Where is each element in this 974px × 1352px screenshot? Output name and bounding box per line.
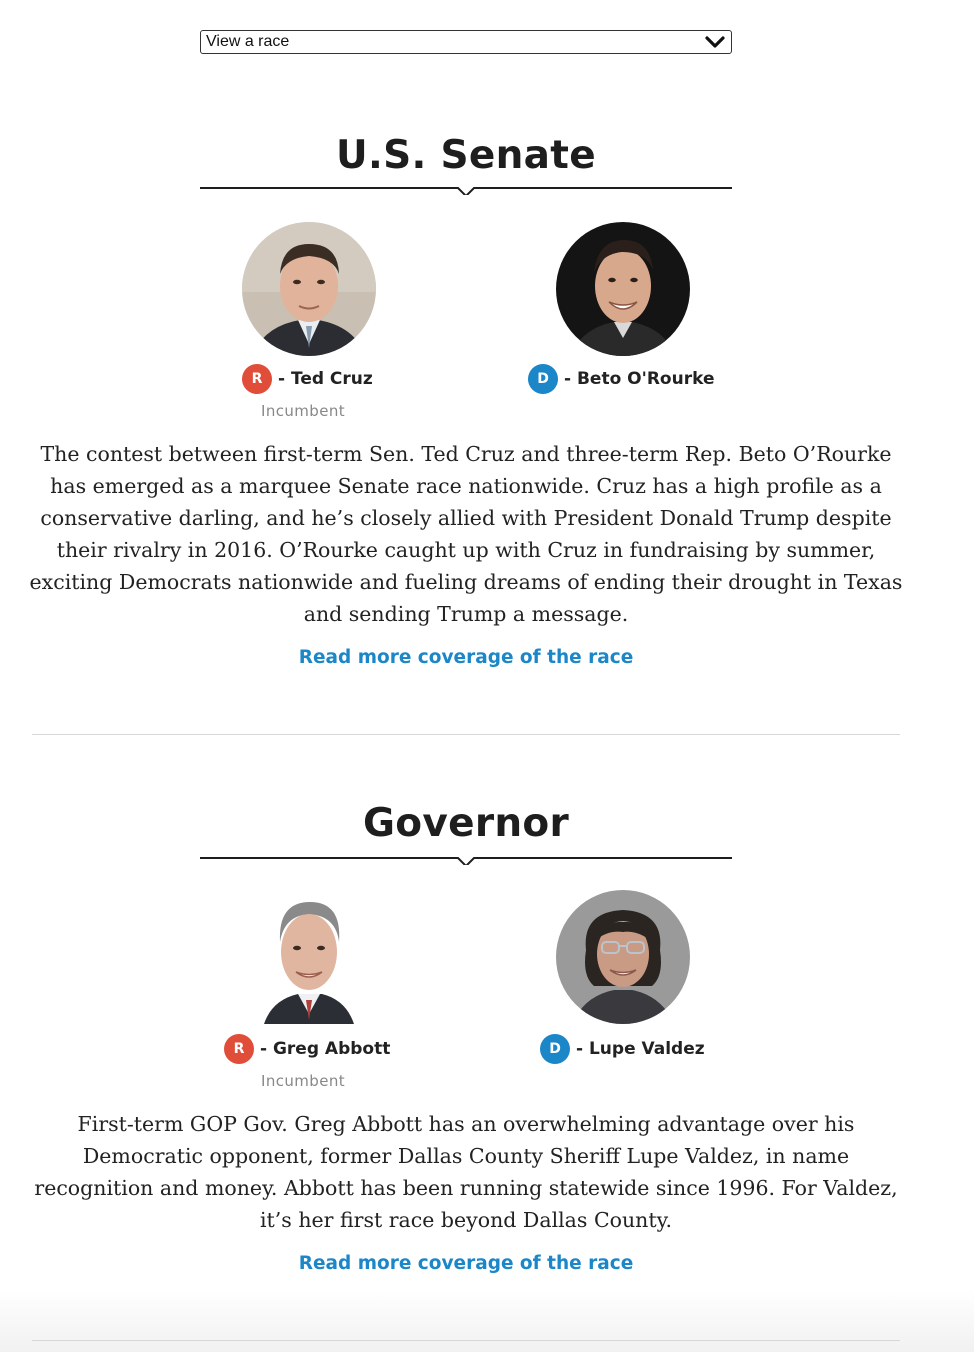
section-divider (32, 1340, 900, 1341)
candidate-photo-lupe-valdez (556, 890, 690, 1024)
party-badge-democrat: D (540, 1034, 570, 1064)
read-more-link[interactable]: Read more coverage of the race (200, 1253, 732, 1274)
incumbent-label: Incumbent (261, 402, 346, 420)
party-badge-democrat: D (528, 364, 558, 394)
race-select-dropdown[interactable]: View a race (200, 30, 732, 54)
title-underline (200, 857, 732, 865)
candidate-name: - Beto O'Rourke (564, 369, 715, 389)
candidate-name-lupe-valdez: D - Lupe Valdez (540, 1034, 705, 1064)
candidate-photo-beto-orourke (556, 222, 690, 356)
candidate-name: - Lupe Valdez (576, 1039, 705, 1059)
bottom-fade (0, 1290, 974, 1352)
section-divider (32, 734, 900, 735)
chevron-down-icon (705, 35, 725, 49)
race-description: First-term GOP Gov. Greg Abbott has an o… (34, 1112, 898, 1232)
candidate-photo-ted-cruz (242, 222, 376, 356)
read-more-link[interactable]: Read more coverage of the race (200, 647, 732, 668)
candidate-name-greg-abbott: R - Greg Abbott (224, 1034, 390, 1064)
race-select-label: View a race (206, 33, 290, 50)
candidate-name: - Ted Cruz (278, 369, 373, 389)
candidate-name-ted-cruz: R - Ted Cruz (242, 364, 373, 394)
title-underline (200, 187, 732, 195)
race-title: Governor (362, 801, 570, 846)
candidate-name: - Greg Abbott (260, 1039, 391, 1059)
party-badge-republican: R (224, 1034, 254, 1064)
race-title: U.S. Senate (336, 133, 596, 178)
candidate-photo-greg-abbott (242, 890, 376, 1024)
race-description: The contest between first-term Sen. Ted … (29, 442, 903, 626)
party-badge-republican: R (242, 364, 272, 394)
candidate-name-beto-orourke: D - Beto O'Rourke (528, 364, 714, 394)
incumbent-label: Incumbent (261, 1072, 346, 1090)
page: View a race U.S. Senate R - Ted Cruz Inc… (0, 0, 974, 1352)
